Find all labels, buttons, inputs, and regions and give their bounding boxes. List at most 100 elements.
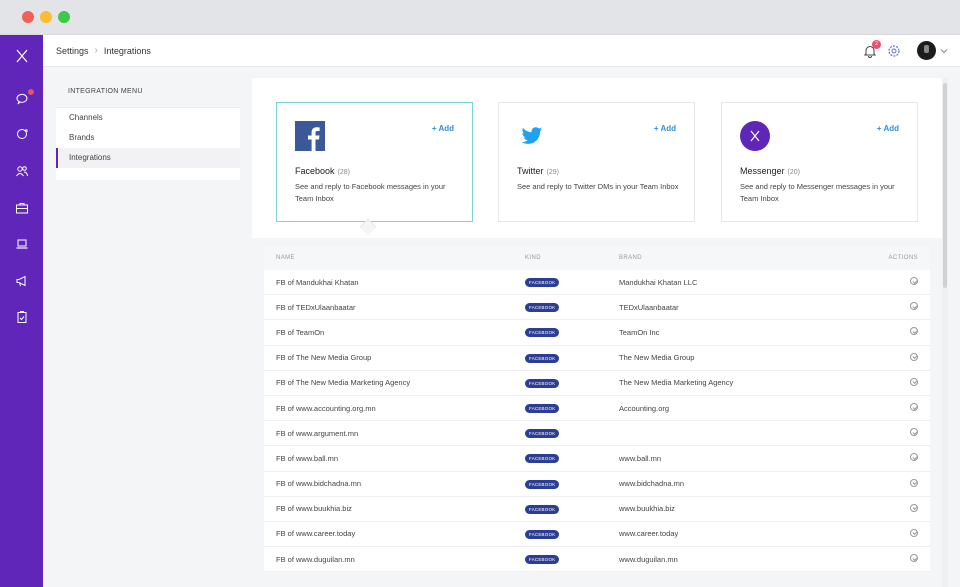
row-actions	[874, 327, 930, 337]
row-brand: Mandukhai Khatan LLC	[619, 277, 698, 287]
row-brand: www.duguilan.mn	[619, 554, 678, 564]
menu-item-integrations[interactable]: Integrations	[56, 148, 240, 168]
users-icon	[16, 166, 28, 177]
add-facebook-button[interactable]: + Add	[432, 124, 454, 133]
sidebar-item-engage[interactable]	[13, 125, 31, 143]
table-row[interactable]: FB of www.buukhia.biz FACEBOOK www.buukhia…	[264, 497, 930, 522]
close-window-button[interactable]	[22, 11, 34, 23]
card-description: See and reply to Facebook messages in yo…	[295, 182, 446, 203]
card-count: (29)	[546, 169, 559, 176]
check-circle-icon[interactable]	[910, 403, 918, 412]
row-name: FB of The New Media Marketing Agency	[276, 378, 411, 388]
row-actions	[874, 453, 930, 463]
breadcrumb: Settings › Integrations	[56, 45, 151, 56]
kind-tag: FACEBOOK	[525, 529, 560, 539]
row-brand: The New Media Marketing Agency	[619, 378, 734, 388]
card-name: Messenger	[740, 166, 785, 176]
kind-tag: FACEBOOK	[525, 353, 560, 363]
check-circle-icon[interactable]	[910, 352, 918, 361]
breadcrumb-current: Integrations	[103, 45, 151, 56]
app-window: Settings › Integrations 2 INTEGRATION ME…	[0, 0, 960, 587]
integration-card-twitter[interactable]: + Add Twitter (29) See and reply to Twitt…	[498, 102, 695, 222]
table-row[interactable]: FB of Mandukhai Khatan FACEBOOK Mandukhai …	[264, 270, 930, 296]
row-kind: FACEBOOK	[525, 277, 619, 288]
menu-item-channels[interactable]: Channels	[56, 108, 240, 128]
table-row[interactable]: FB of The New Media Marketing Agency FACE…	[264, 371, 930, 396]
sidebar-item-inbox[interactable]	[13, 88, 35, 108]
logo-icon[interactable]	[13, 47, 31, 65]
window-titlebar	[0, 0, 960, 35]
minimize-window-button[interactable]	[40, 11, 52, 23]
column-header-brand[interactable]: BRAND	[619, 255, 874, 261]
card-count: (28)	[337, 169, 350, 176]
avatar[interactable]	[917, 41, 936, 60]
row-brand: www.buukhia.biz	[619, 504, 675, 514]
row-kind: FACEBOOK	[525, 327, 619, 338]
kind-tag: FACEBOOK	[525, 504, 560, 514]
row-kind: FACEBOOK	[525, 302, 619, 313]
card-description: See and reply to Twitter DMs in your Tea…	[517, 182, 679, 191]
check-circle-icon[interactable]	[910, 554, 918, 563]
table-header: NAME KIND BRAND ACTIONS	[264, 246, 930, 270]
table-row[interactable]: FB of TeamOn FACEBOOK TeamOn Inc	[264, 320, 930, 346]
table-row[interactable]: FB of www.argument.mn FACEBOOK	[264, 421, 930, 447]
card-count: (20)	[787, 169, 800, 176]
chevron-down-icon[interactable]	[940, 47, 948, 55]
row-kind: FACEBOOK	[525, 403, 619, 414]
table-row[interactable]: FB of www.duguilan.mn FACEBOOK www.duguila…	[264, 547, 930, 573]
column-header-kind[interactable]: KIND	[525, 255, 619, 261]
add-messenger-button[interactable]: + Add	[877, 124, 899, 133]
sidebar-item-announcements[interactable]	[13, 272, 31, 290]
check-circle-icon[interactable]	[910, 302, 918, 311]
integrations-table: NAME KIND BRAND ACTIONS FB of Mandukhai …	[264, 246, 930, 573]
row-brand: Accounting.org	[619, 403, 670, 413]
gear-icon[interactable]	[887, 44, 901, 58]
row-name: FB of Mandukhai Khatan	[276, 277, 359, 287]
kind-tag: FACEBOOK	[525, 429, 560, 439]
scrollbar-thumb[interactable]	[943, 83, 947, 288]
maximize-window-button[interactable]	[58, 11, 70, 23]
sidebar-item-tools[interactable]	[13, 199, 31, 217]
row-actions	[874, 377, 930, 388]
kind-tag: FACEBOOK	[525, 479, 560, 489]
check-circle-icon[interactable]	[910, 528, 918, 537]
row-brand: TeamOn Inc	[619, 327, 660, 337]
check-circle-icon[interactable]	[910, 478, 918, 487]
row-brand: www.ball.mn	[619, 453, 662, 463]
card-name: Facebook	[295, 166, 335, 176]
row-actions	[874, 478, 930, 489]
sidebar-item-customers[interactable]	[13, 162, 31, 180]
add-twitter-button[interactable]: + Add	[654, 124, 676, 133]
breadcrumb-settings[interactable]: Settings	[56, 46, 89, 56]
table-row[interactable]: FB of www.bidchadna.mn FACEBOOK www.bidcha…	[264, 472, 930, 497]
table-row[interactable]: FB of www.accounting.org.mn FACEBOOK Accou…	[264, 396, 930, 422]
check-circle-icon[interactable]	[910, 327, 918, 336]
check-circle-icon[interactable]	[910, 377, 918, 386]
table-row[interactable]: FB of www.ball.mn FACEBOOK www.ball.mn	[264, 446, 930, 472]
table-row[interactable]: FB of TEDxUlaanbaatar FACEBOOK TEDxUlaanba…	[264, 295, 930, 321]
table-row[interactable]: FB of The New Media Group FACEBOOK The New…	[264, 346, 930, 371]
check-circle-icon[interactable]	[910, 503, 918, 512]
integration-card-facebook[interactable]: + Add Facebook (28) See and reply to Face…	[276, 102, 473, 222]
megaphone-icon	[16, 275, 26, 287]
clipboard-icon	[17, 311, 27, 323]
kind-tag: FACEBOOK	[525, 454, 560, 464]
row-actions	[874, 277, 930, 287]
menu-item-brands[interactable]: Brands	[56, 128, 240, 148]
check-circle-icon[interactable]	[910, 428, 918, 437]
row-kind: FACEBOOK	[525, 479, 619, 489]
row-brand: www.bidchadna.mn	[619, 479, 685, 489]
table-body: FB of Mandukhai Khatan FACEBOOK Mandukhai …	[264, 270, 930, 573]
integration-card-messenger[interactable]: + Add Messenger (20) See and reply to Mes…	[721, 102, 918, 222]
table-row[interactable]: FB of www.career.today FACEBOOK www.career…	[264, 522, 930, 548]
breadcrumb-separator-icon: ›	[94, 45, 98, 56]
check-circle-icon[interactable]	[910, 277, 918, 286]
sidebar-item-knowledge[interactable]	[13, 235, 31, 253]
sidebar-item-tasks[interactable]	[13, 308, 31, 326]
kind-tag: FACEBOOK	[525, 303, 560, 313]
column-header-name[interactable]: NAME	[264, 255, 525, 261]
row-kind: FACEBOOK	[525, 554, 619, 565]
integration-menu-title: INTEGRATION MENU	[56, 78, 240, 108]
row-kind: FACEBOOK	[525, 453, 619, 464]
check-circle-icon[interactable]	[910, 453, 918, 462]
